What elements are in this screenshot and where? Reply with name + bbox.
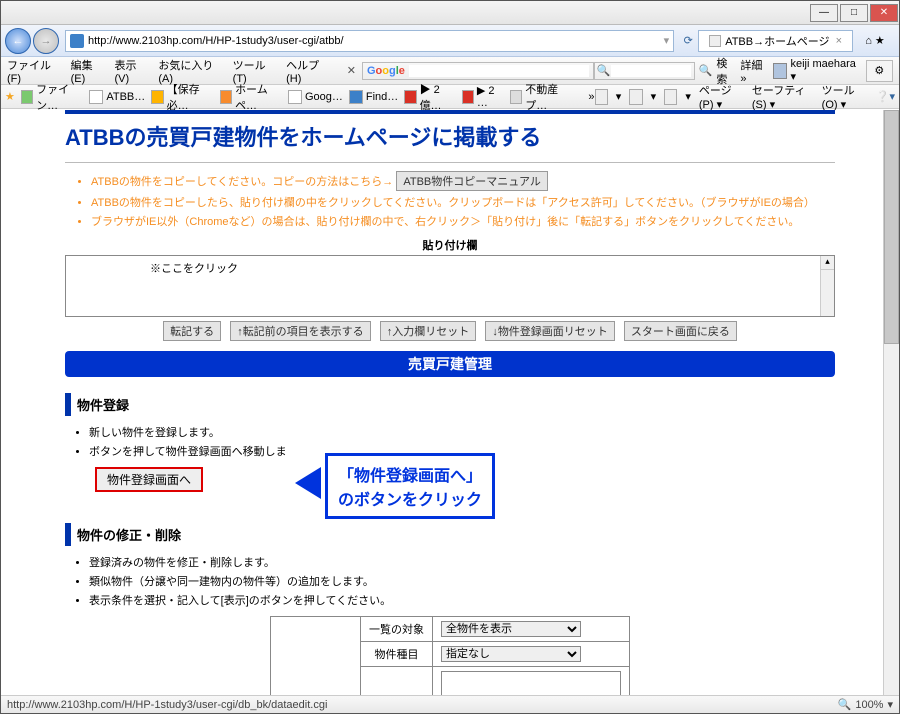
window-close-button[interactable]: ✕ <box>870 4 898 22</box>
form-row-label: 表示条件 <box>271 617 361 696</box>
zoom-icon[interactable]: 🔍 <box>838 698 852 711</box>
tab-favicon <box>709 35 721 47</box>
property-number-textarea[interactable] <box>441 671 621 695</box>
body-item: 類似物件（分譲や同一建物内の物件等）の追加をします。 <box>89 573 835 589</box>
fav-item[interactable]: Find… <box>349 90 398 104</box>
google-search-box[interactable]: Google <box>362 62 594 80</box>
section-ribbon: 売買戸建管理 <box>65 351 835 377</box>
instruction-item: ATBBの物件をコピーしてください。コピーの方法はこちら→ ATBB物件コピーマ… <box>91 171 835 191</box>
site-icon <box>70 34 84 48</box>
toolbar-help-icon[interactable]: ❔▾ <box>876 90 895 103</box>
callout-box: 「物件登録画面へ」 のボタンをクリック <box>325 453 495 519</box>
mail-icon[interactable] <box>664 89 677 105</box>
feed-icon[interactable] <box>629 89 642 105</box>
browser-nav-bar: ← → http://www.2103hp.com/H/HP-1study3/u… <box>1 25 899 57</box>
tab-close-button[interactable]: × <box>836 35 842 47</box>
status-bar: http://www.2103hp.com/H/HP-1study3/user-… <box>1 695 899 713</box>
favorites-bar: ★ ファイン… ATBB… 【保存必… ホームペ… Goog… Find… ▶ … <box>1 85 899 109</box>
body-item: 表示条件を選択・記入して[表示]のボタンを押してください。 <box>89 592 835 608</box>
settings-gear-button[interactable]: ⚙ <box>866 60 894 82</box>
detail-link[interactable]: 詳細 » <box>740 57 768 85</box>
show-prev-button[interactable]: ↑転記前の項目を表示する <box>230 321 371 341</box>
nav-forward-button[interactable]: → <box>33 28 59 54</box>
back-start-button[interactable]: スタート画面に戻る <box>624 321 737 341</box>
paste-hint: ※ここをクリック <box>150 263 238 275</box>
search-form-table: 表示条件 一覧の対象 全物件を表示 物件種目 指定なし 物件番号 （複数の場合は… <box>270 616 630 695</box>
window-minimize-button[interactable]: — <box>810 4 838 22</box>
favorites-star-icon[interactable]: ★ <box>5 90 15 103</box>
instruction-item: ATBBの物件をコピーしたら、貼り付け欄の中をクリックしてください。クリップボー… <box>91 194 835 210</box>
target-select[interactable]: 全物件を表示 <box>441 621 581 637</box>
reset-input-button[interactable]: ↑入力欄リセット <box>380 321 477 341</box>
google-search-input[interactable] <box>409 65 589 77</box>
form-label: 物件番号 <box>361 667 433 696</box>
transcribe-button[interactable]: 転記する <box>163 321 221 341</box>
form-label: 物件種目 <box>361 642 433 667</box>
gear-icon: ⚙ <box>874 65 884 77</box>
user-avatar-icon <box>773 63 788 79</box>
user-name: keiji maehara ▾ <box>790 58 857 83</box>
fav-item[interactable]: ▶ 2億… <box>404 81 455 113</box>
textarea-scrollbar[interactable]: ▴ <box>820 256 834 316</box>
section-heading-register: 物件登録 <box>65 393 835 416</box>
fav-item[interactable]: ファイン… <box>21 81 83 113</box>
instruction-item: ブラウザがIE以外（Chromeなど）の場合は、貼り付け欄の中で、右クリック＞「… <box>91 213 835 229</box>
type-select[interactable]: 指定なし <box>441 646 581 662</box>
zoom-level: 100% <box>855 699 883 711</box>
body-item: 登録済みの物件を修正・削除します。 <box>89 554 835 570</box>
fav-item[interactable]: 【保存必… <box>151 81 213 113</box>
home-icon[interactable] <box>595 89 608 105</box>
fav-item[interactable]: 不動産プ… <box>510 81 572 113</box>
toolbar-safety[interactable]: セーフティ(S) ▾ <box>752 82 814 111</box>
fav-item[interactable]: ATBB… <box>89 90 145 104</box>
fav-item[interactable]: ホームペ… <box>220 81 282 113</box>
menu-view[interactable]: 表示(V) <box>114 57 148 85</box>
status-url: http://www.2103hp.com/H/HP-1study3/user-… <box>7 699 327 711</box>
tab-title: ATBB→ホームページ <box>725 33 829 49</box>
fav-item[interactable]: ▶ 2 … <box>462 84 504 109</box>
menu-help[interactable]: ヘルプ(H) <box>286 57 331 85</box>
fav-item[interactable]: Goog… <box>288 90 343 104</box>
page-search-box[interactable]: 🔍 <box>594 62 695 80</box>
google-logo: Google <box>367 65 405 77</box>
section-heading-edit: 物件の修正・削除 <box>65 523 835 546</box>
nav-back-button[interactable]: ← <box>5 28 31 54</box>
url-text: http://www.2103hp.com/H/HP-1study3/user-… <box>88 35 344 47</box>
register-screen-button[interactable]: 物件登録画面へ <box>95 467 203 492</box>
window-titlebar: — □ ✕ <box>1 1 899 25</box>
callout-arrow <box>295 467 321 499</box>
browser-tab[interactable]: ATBB→ホームページ × <box>698 30 853 52</box>
paste-textarea[interactable]: ※ここをクリック ▴ <box>65 255 835 317</box>
page-scrollbar[interactable] <box>883 110 899 695</box>
manual-button[interactable]: ATBB物件コピーマニュアル <box>396 171 548 191</box>
user-menu[interactable]: keiji maehara ▾ <box>773 58 858 83</box>
paste-label: 貼り付け欄 <box>65 237 835 253</box>
body-item: 新しい物件を登録します。 <box>89 424 835 440</box>
refresh-button[interactable]: ⟳ <box>678 34 698 47</box>
page-content: ATBBの売買戸建物件をホームページに掲載する ATBBの物件をコピーしてくださ… <box>1 110 899 695</box>
page-title: ATBBの売買戸建物件をホームページに掲載する <box>65 114 835 162</box>
toolbar-page[interactable]: ページ(P) ▾ <box>699 82 744 111</box>
window-maximize-button[interactable]: □ <box>840 4 868 22</box>
form-label: 一覧の対象 <box>361 617 433 642</box>
address-bar[interactable]: http://www.2103hp.com/H/HP-1study3/user-… <box>65 30 674 52</box>
toolbar-tools[interactable]: ツール(O) ▾ <box>822 82 868 111</box>
toolbar-close-icon[interactable]: ✕ <box>347 64 356 77</box>
reset-form-button[interactable]: ↓物件登録画面リセット <box>485 321 615 341</box>
